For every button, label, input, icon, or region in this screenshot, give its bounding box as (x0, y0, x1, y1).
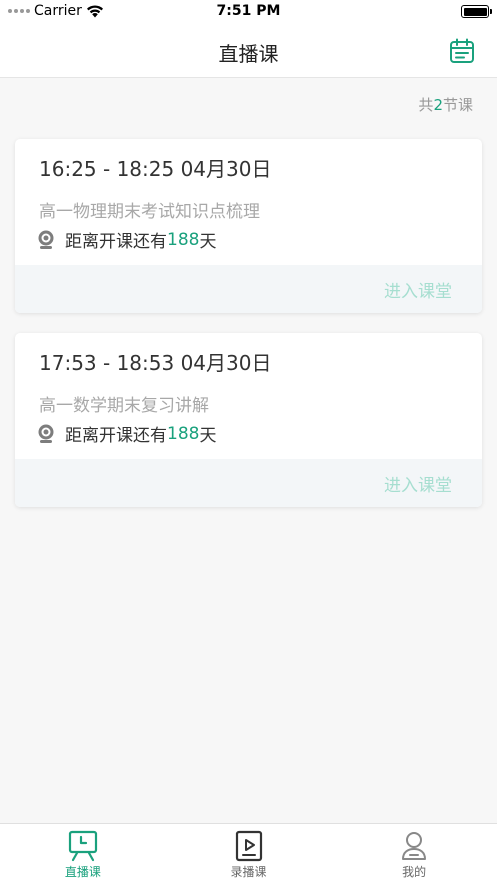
course-card[interactable]: 16:25 - 18:25 04月30日 高一物理期末考试知识点梳理 距离开课还… (15, 139, 482, 313)
battery-icon (461, 5, 492, 18)
countdown-suffix: 天 (199, 426, 217, 446)
course-count: 共2节课 (418, 94, 473, 115)
count-prefix: 共 (418, 96, 434, 114)
course-title: 高一数学期末复习讲解 (39, 396, 209, 416)
card-footer: 进入课堂 (15, 459, 482, 507)
countdown-prefix: 距离开课还有 (65, 232, 167, 252)
count-suffix: 节课 (442, 96, 473, 114)
course-time: 16:25 - 18:25 04月30日 (39, 157, 272, 181)
status-bar: Carrier 7:51 PM (0, 0, 497, 24)
status-time: 7:51 PM (216, 3, 281, 19)
tab-label: 录播课 (230, 865, 267, 879)
course-time: 17:53 - 18:53 04月30日 (39, 351, 272, 375)
page-title: 直播课 (218, 42, 279, 66)
calendar-icon[interactable] (449, 38, 475, 64)
enter-classroom-button[interactable]: 进入课堂 (384, 277, 452, 302)
live-class-icon (68, 830, 97, 862)
webcam-icon (38, 424, 54, 443)
enter-classroom-button[interactable]: 进入课堂 (384, 471, 452, 496)
course-countdown: 距离开课还有 188 天 (37, 227, 216, 252)
countdown-suffix: 天 (199, 232, 217, 252)
navigation-bar: 直播课 (0, 24, 497, 78)
tab-profile[interactable]: 我的 (331, 824, 497, 883)
course-count-row: 共2节课 (0, 79, 497, 129)
course-countdown: 距离开课还有 188 天 (37, 421, 216, 446)
webcam-icon (38, 230, 54, 249)
tab-bar: 直播课 录播课 我的 (0, 823, 497, 883)
countdown-prefix: 距离开课还有 (65, 426, 167, 446)
course-title: 高一物理期末考试知识点梳理 (39, 202, 260, 222)
profile-icon (402, 832, 427, 860)
countdown-days: 188 (167, 423, 200, 444)
card-footer: 进入课堂 (15, 265, 482, 313)
tab-label: 我的 (402, 865, 427, 879)
tab-live[interactable]: 直播课 (0, 824, 166, 883)
countdown-days: 188 (167, 229, 200, 250)
tab-recorded[interactable]: 录播课 (166, 824, 332, 883)
tab-label: 直播课 (64, 865, 101, 879)
course-card[interactable]: 17:53 - 18:53 04月30日 高一数学期末复习讲解 距离开课还有 18… (15, 333, 482, 507)
recorded-class-icon (235, 830, 262, 862)
count-number: 2 (433, 96, 443, 114)
